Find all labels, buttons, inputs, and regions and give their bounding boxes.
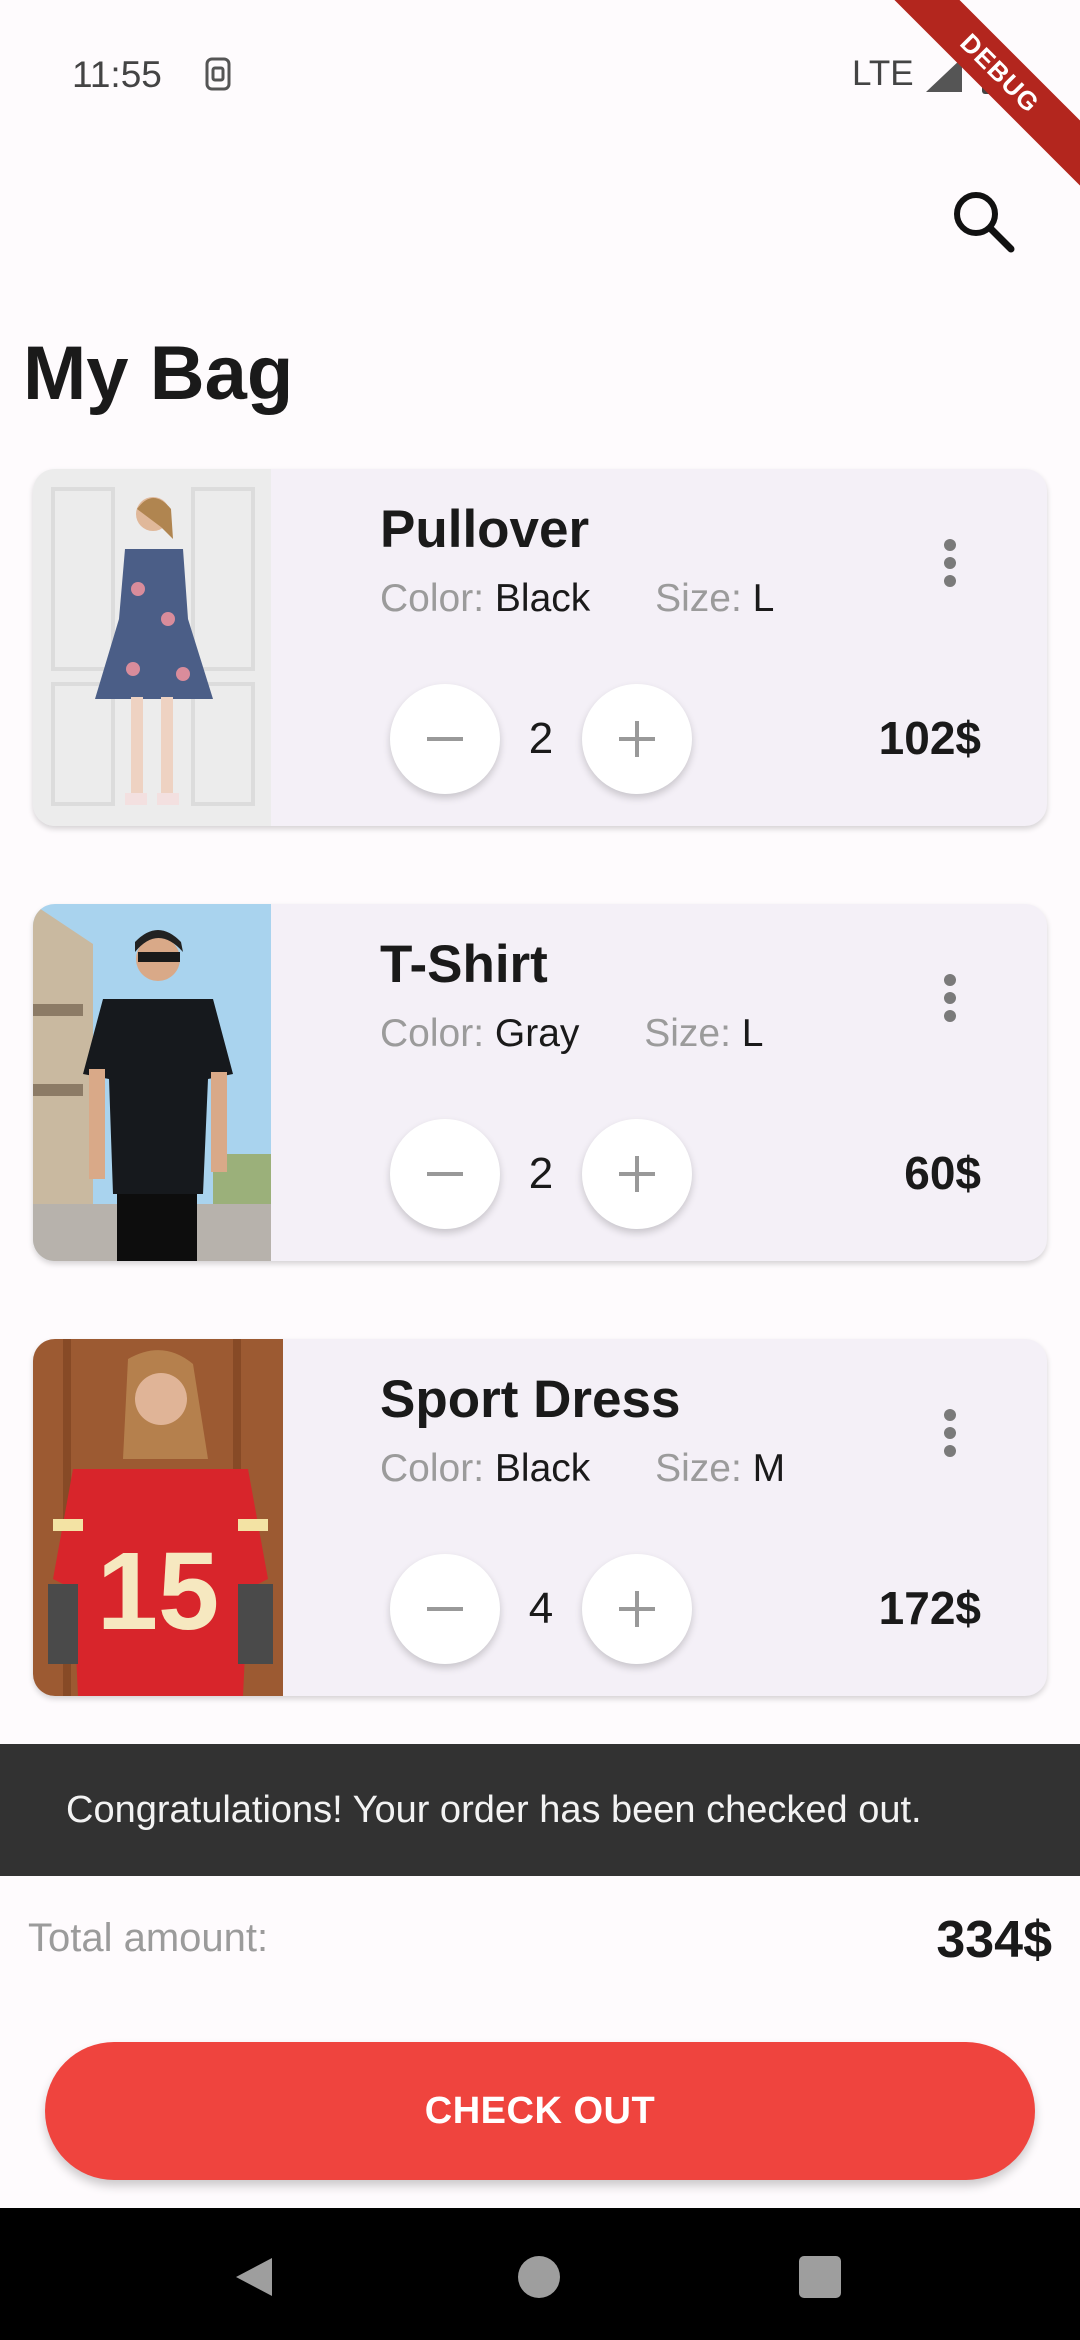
- color-label: Color:: [380, 1012, 485, 1055]
- item-attributes: Color: Black Size: M: [380, 1447, 785, 1491]
- size-value: M: [752, 1447, 786, 1490]
- plus-icon: [619, 721, 655, 757]
- more-vert-icon[interactable]: [928, 1403, 972, 1463]
- total-amount-label: Total amount:: [28, 1916, 269, 1960]
- minus-icon: [427, 737, 463, 741]
- decrease-quantity-button[interactable]: [390, 1554, 500, 1664]
- decrease-quantity-button[interactable]: [390, 1119, 500, 1229]
- size-label: Size:: [644, 1012, 731, 1055]
- size-label: Size:: [655, 577, 742, 620]
- checkout-button[interactable]: CHECK OUT: [45, 2042, 1035, 2180]
- bag-item-card[interactable]: T-Shirt Color: Gray Size: L 2 60$: [33, 904, 1047, 1261]
- product-image: [33, 469, 271, 826]
- status-time: 11:55: [72, 54, 162, 95]
- color-value: Black: [494, 1447, 591, 1490]
- minus-icon: [427, 1172, 463, 1176]
- bag-item-card[interactable]: 15 Sport Dress Color: Black Size: M 4 17…: [33, 1339, 1047, 1696]
- item-price: 102$: [878, 712, 981, 764]
- minus-icon: [427, 1607, 463, 1611]
- item-price: 60$: [904, 1147, 981, 1199]
- quantity-value: 2: [528, 714, 554, 763]
- increase-quantity-button[interactable]: [582, 1554, 692, 1664]
- plus-icon: [619, 1156, 655, 1192]
- item-name: T-Shirt: [380, 935, 548, 994]
- quantity-value: 4: [528, 1584, 554, 1633]
- more-vert-icon[interactable]: [928, 533, 972, 593]
- home-icon[interactable]: [518, 2256, 560, 2298]
- increase-quantity-button[interactable]: [582, 1119, 692, 1229]
- svg-text:15: 15: [97, 1530, 219, 1653]
- network-type: LTE: [852, 54, 914, 93]
- snackbar: Congratulations! Your order has been che…: [0, 1744, 1080, 1876]
- checkout-panel: Total amount: 334$ CHECK OUT: [0, 1876, 1080, 2208]
- item-attributes: Color: Gray Size: L: [380, 1012, 764, 1056]
- item-name: Pullover: [380, 500, 590, 559]
- system-nav-bar: [0, 2208, 1080, 2340]
- more-vert-icon[interactable]: [928, 968, 972, 1028]
- size-value: L: [752, 577, 775, 620]
- color-label: Color:: [380, 577, 485, 620]
- decrease-quantity-button[interactable]: [390, 684, 500, 794]
- item-price: 172$: [878, 1582, 981, 1634]
- sim-card-icon: [205, 57, 231, 91]
- item-name: Sport Dress: [380, 1370, 681, 1429]
- size-value: L: [741, 1012, 764, 1055]
- plus-icon: [619, 1591, 655, 1627]
- item-attributes: Color: Black Size: L: [380, 577, 774, 621]
- page-title: My Bag: [23, 331, 294, 416]
- quantity-value: 2: [528, 1149, 554, 1198]
- product-image: 15: [33, 1339, 283, 1696]
- color-value: Gray: [494, 1012, 580, 1055]
- recents-icon[interactable]: [799, 2256, 841, 2298]
- bag-item-card[interactable]: Pullover Color: Black Size: L 2 102$: [33, 469, 1047, 826]
- total-amount-value: 334$: [936, 1911, 1052, 1969]
- product-image: [33, 904, 271, 1261]
- back-icon[interactable]: [234, 2256, 274, 2298]
- color-label: Color:: [380, 1447, 485, 1490]
- search-icon[interactable]: [948, 186, 1018, 256]
- increase-quantity-button[interactable]: [582, 684, 692, 794]
- size-label: Size:: [655, 1447, 742, 1490]
- color-value: Black: [494, 577, 591, 620]
